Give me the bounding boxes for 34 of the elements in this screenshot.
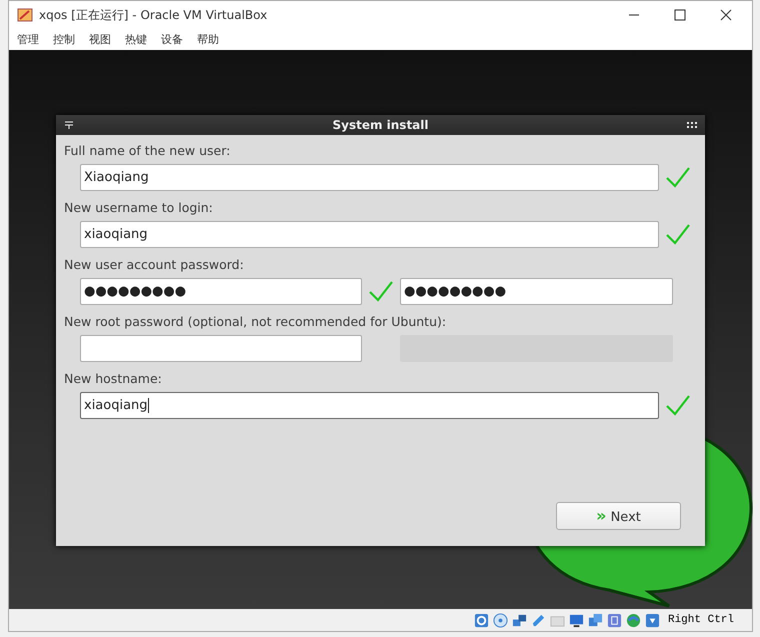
menu-item[interactable]: 帮助 xyxy=(197,32,219,48)
disk-icon[interactable] xyxy=(474,612,489,628)
window-icon[interactable] xyxy=(588,612,603,628)
field-label: New root password (optional, not recommended for Ubuntu): xyxy=(64,314,448,329)
input-field[interactable]: xiaoqiang xyxy=(80,392,659,419)
field-label: New hostname: xyxy=(64,370,163,386)
grip-icon[interactable] xyxy=(687,122,697,128)
input-field[interactable]: ●●●●●●●●● xyxy=(80,278,362,305)
menu-item[interactable]: 设备 xyxy=(161,32,183,48)
maximize-icon[interactable] xyxy=(674,9,686,22)
next-button[interactable]: » Next xyxy=(556,502,681,530)
menu-item[interactable]: 热键 xyxy=(125,32,147,48)
screen-icon[interactable] xyxy=(568,612,584,628)
field-label: Full name of the new user: xyxy=(64,142,232,158)
menu-item[interactable]: 管理 xyxy=(17,32,39,48)
cd-icon[interactable] xyxy=(492,612,508,628)
input-field[interactable]: Xiaoqiang xyxy=(80,164,659,191)
window-title: xqos [正在运行] - Oracle VM VirtualBox xyxy=(39,6,268,24)
close-icon[interactable] xyxy=(720,9,732,22)
input-field[interactable]: ●●●●●●●●● xyxy=(400,278,673,305)
host-key-label: Right Ctrl xyxy=(668,614,734,626)
menu-item[interactable]: 控制 xyxy=(53,32,75,48)
input-field[interactable]: xiaoqiang xyxy=(80,220,659,248)
dialog-title: System install xyxy=(331,118,430,132)
pen-icon[interactable] xyxy=(530,612,546,628)
globe-icon[interactable] xyxy=(626,612,641,628)
app-icon xyxy=(17,7,33,24)
field-label: New user account password: xyxy=(64,256,245,272)
menu-item[interactable]: 视图 xyxy=(89,32,111,48)
pin-icon[interactable] xyxy=(64,120,74,130)
net-icon[interactable] xyxy=(512,612,527,628)
input-field[interactable] xyxy=(80,334,362,362)
usb-icon[interactable] xyxy=(606,612,622,628)
field-label: New username to login: xyxy=(64,200,214,215)
